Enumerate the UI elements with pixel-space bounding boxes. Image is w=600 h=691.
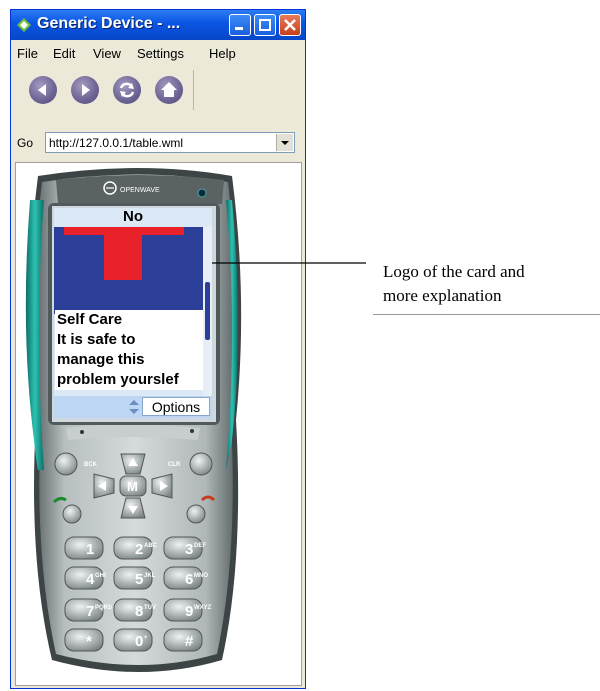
key-digit: 3 bbox=[185, 541, 193, 558]
back-key-label: BCK bbox=[84, 462, 98, 468]
right-softkey[interactable] bbox=[190, 429, 194, 433]
card-line: Self Care bbox=[57, 311, 123, 328]
keypad-key-star[interactable]: * bbox=[64, 628, 104, 652]
key-letters: MNO bbox=[194, 573, 208, 579]
scroll-updown-icon bbox=[129, 400, 139, 414]
key-letters: DEF bbox=[194, 543, 206, 549]
key-letters: PQRS bbox=[95, 605, 112, 611]
key-digit: 1 bbox=[86, 541, 94, 558]
key-letters: + bbox=[144, 635, 148, 641]
keypad-key-0[interactable]: 0 + bbox=[113, 628, 153, 652]
keypad-key-3[interactable]: 3 DEF bbox=[163, 536, 206, 560]
keypad-key-5[interactable]: 5 JKL bbox=[113, 566, 156, 590]
key-digit: 4 bbox=[86, 571, 95, 588]
card-logo bbox=[54, 227, 203, 314]
menu-key-label: M bbox=[127, 479, 138, 494]
annotation-line: more explanation bbox=[383, 286, 502, 305]
keypad-key-hash[interactable]: # bbox=[163, 628, 203, 652]
card-line: problem yourslef bbox=[57, 371, 179, 388]
keypad-key-1[interactable]: 1 bbox=[64, 536, 104, 560]
key-letters: JKL bbox=[144, 573, 156, 579]
key-digit: 0 bbox=[135, 633, 143, 650]
key-digit: 8 bbox=[135, 603, 143, 620]
annotation-divider bbox=[373, 314, 600, 315]
clear-key-label: CLR bbox=[168, 462, 181, 468]
back-key[interactable] bbox=[54, 452, 78, 476]
card-line: It is safe to bbox=[57, 331, 136, 348]
key-letters: WXYZ bbox=[194, 605, 212, 611]
keypad-key-8[interactable]: 8 TUV bbox=[113, 598, 156, 622]
screen-scroll-thumb[interactable] bbox=[205, 282, 210, 340]
key-digit: 5 bbox=[135, 571, 143, 588]
key-letters: ABC bbox=[144, 543, 158, 549]
annotation-line: Logo of the card and bbox=[383, 262, 525, 281]
key-letters: TUV bbox=[144, 605, 156, 611]
key-letters: GHI bbox=[95, 573, 106, 579]
keypad-key-4[interactable]: 4 GHI bbox=[64, 566, 106, 590]
key-digit: # bbox=[185, 633, 194, 650]
phone-screen: No Self Care It is safe to manage this p… bbox=[54, 208, 212, 418]
card-title: No bbox=[54, 208, 212, 226]
key-digit: 9 bbox=[185, 603, 193, 620]
key-digit: * bbox=[86, 633, 92, 650]
key-digit: 2 bbox=[135, 541, 143, 558]
key-digit: 6 bbox=[185, 571, 193, 588]
clear-key[interactable] bbox=[189, 452, 213, 476]
t-logo-icon bbox=[64, 227, 184, 280]
left-softkey[interactable] bbox=[80, 430, 84, 434]
brand-label: OPENWAVE bbox=[120, 187, 160, 194]
led-icon bbox=[197, 188, 207, 198]
annotation-text: Logo of the card and more explanation bbox=[383, 260, 525, 308]
options-softkey[interactable]: Options bbox=[142, 397, 210, 416]
softkey-bar: Options bbox=[54, 396, 212, 418]
card-line: manage this bbox=[57, 351, 145, 368]
key-digit: 7 bbox=[86, 603, 94, 620]
card-text: Self Care It is safe to manage this prob… bbox=[55, 310, 203, 390]
